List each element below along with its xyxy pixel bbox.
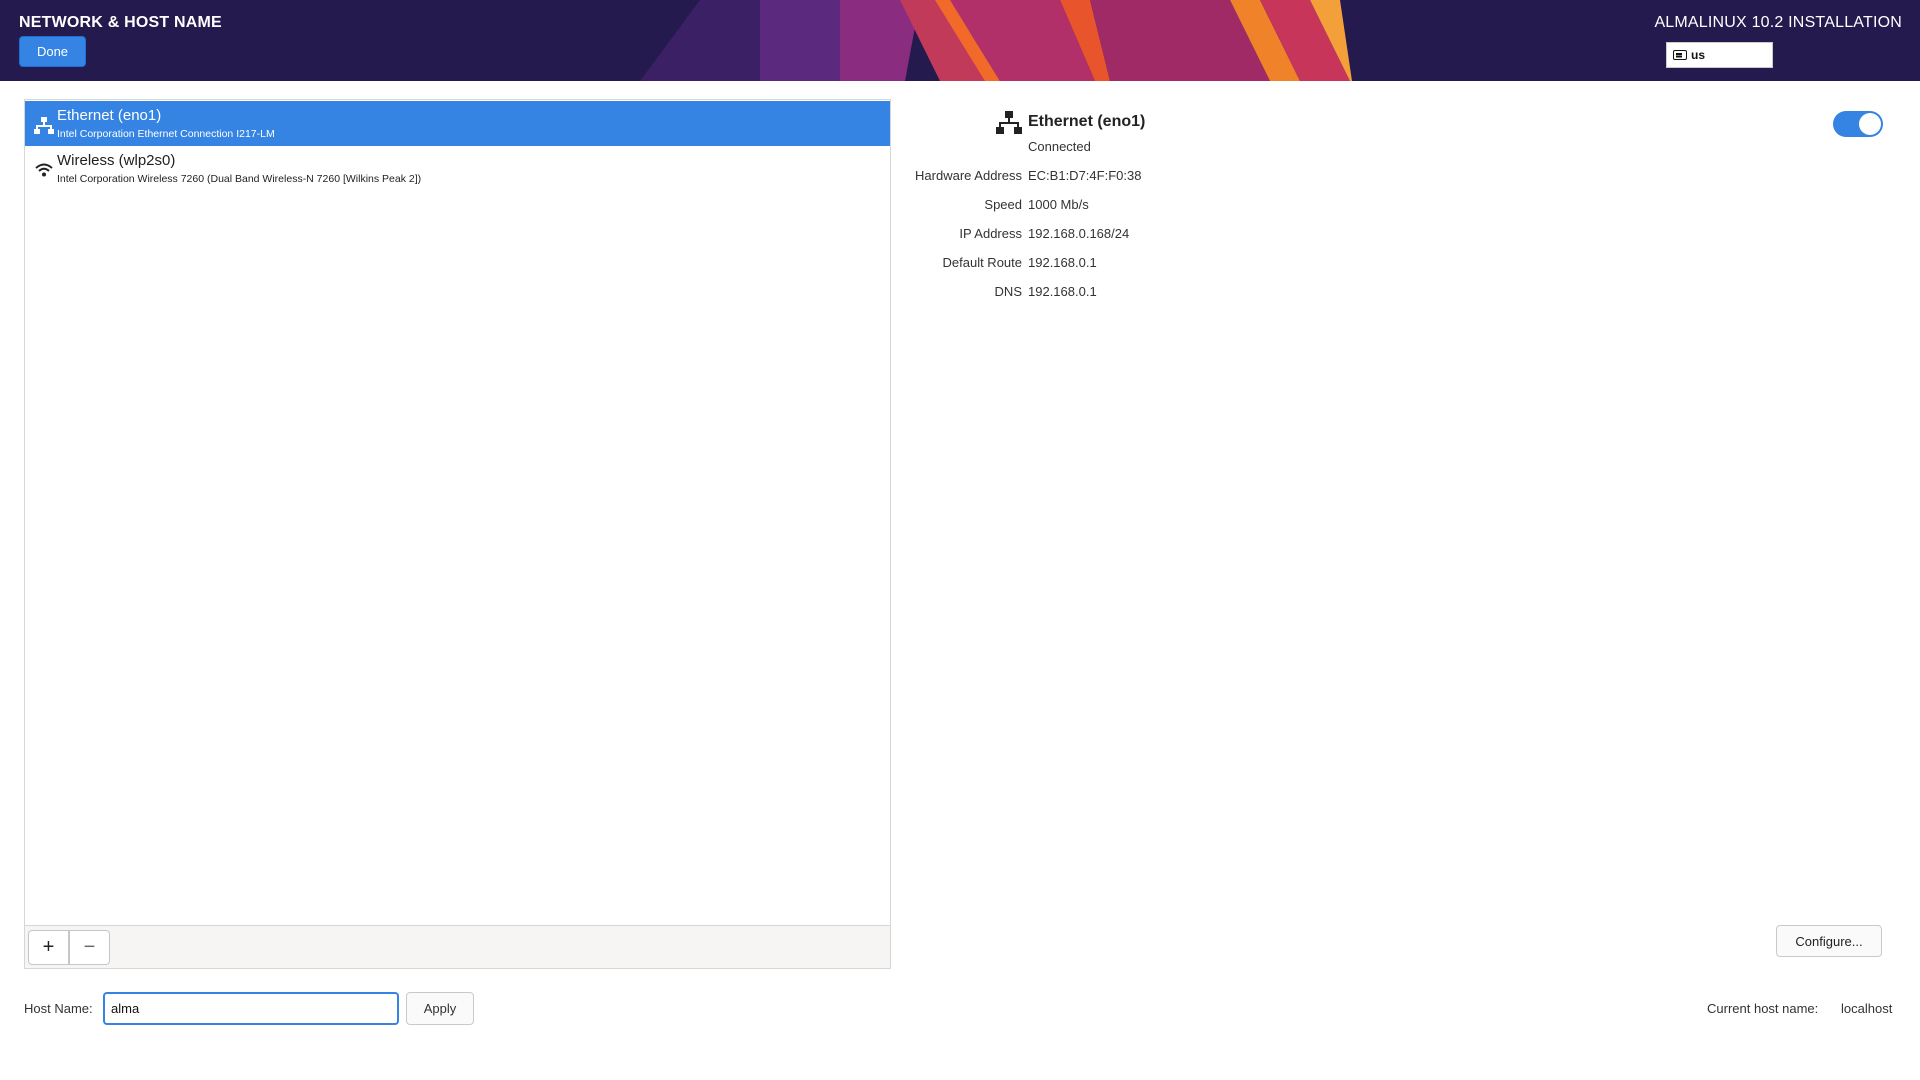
spoke-title: NETWORK & HOST NAME: [19, 14, 222, 31]
dns-label: DNS: [994, 284, 1022, 299]
device-row-ethernet[interactable]: Ethernet (eno1) Intel Corporation Ethern…: [25, 101, 890, 146]
speed-value: 1000 Mb/s: [1028, 197, 1089, 212]
device-status: Connected: [1028, 139, 1091, 154]
device-description: Intel Corporation Ethernet Connection I2…: [57, 128, 275, 140]
device-description: Intel Corporation Wireless 7260 (Dual Ba…: [57, 173, 422, 185]
device-enable-toggle[interactable]: [1833, 111, 1883, 137]
apply-button[interactable]: Apply: [406, 992, 474, 1025]
dns-value: 192.168.0.1: [1028, 284, 1097, 299]
ethernet-icon: [34, 117, 54, 134]
ethernet-icon: [996, 111, 1022, 134]
device-row-wireless[interactable]: Wireless (wlp2s0) Intel Corporation Wire…: [25, 146, 890, 191]
device-detail-name: Ethernet (eno1): [1028, 113, 1146, 130]
keyboard-layout-indicator[interactable]: us: [1666, 42, 1773, 68]
default-route-value: 192.168.0.1: [1028, 255, 1097, 270]
keyboard-layout-label: us: [1691, 48, 1706, 62]
toggle-knob: [1859, 113, 1881, 135]
current-host-name-label: Current host name:: [1707, 1001, 1819, 1016]
ip-address-value: 192.168.0.168/24: [1028, 226, 1130, 241]
configure-button[interactable]: Configure...: [1776, 925, 1882, 957]
hardware-address-value: EC:B1:D7:4F:F0:38: [1028, 168, 1142, 183]
ip-address-label: IP Address: [959, 226, 1022, 241]
wifi-icon: [35, 163, 53, 177]
header-bar: NETWORK & HOST NAME Done ALMALINUX 10.2 …: [0, 0, 1920, 81]
add-device-button[interactable]: +: [28, 930, 69, 965]
current-host-name-value: localhost: [1841, 1001, 1893, 1016]
device-list-panel: Ethernet (eno1) Intel Corporation Ethern…: [24, 99, 891, 969]
device-name: Ethernet (eno1): [57, 107, 162, 124]
header-background: [0, 0, 1920, 81]
device-name: Wireless (wlp2s0): [57, 152, 176, 169]
remove-device-button[interactable]: −: [69, 930, 110, 965]
speed-label: Speed: [984, 197, 1022, 212]
default-route-label: Default Route: [942, 255, 1023, 270]
hardware-address-label: Hardware Address: [915, 168, 1022, 183]
host-name-label: Host Name:: [24, 1001, 93, 1016]
done-button[interactable]: Done: [19, 36, 86, 67]
device-list-toolbar: + −: [25, 925, 890, 968]
keyboard-icon: [1673, 50, 1687, 60]
host-name-input[interactable]: [103, 992, 399, 1025]
product-title: ALMALINUX 10.2 INSTALLATION: [1654, 14, 1902, 31]
